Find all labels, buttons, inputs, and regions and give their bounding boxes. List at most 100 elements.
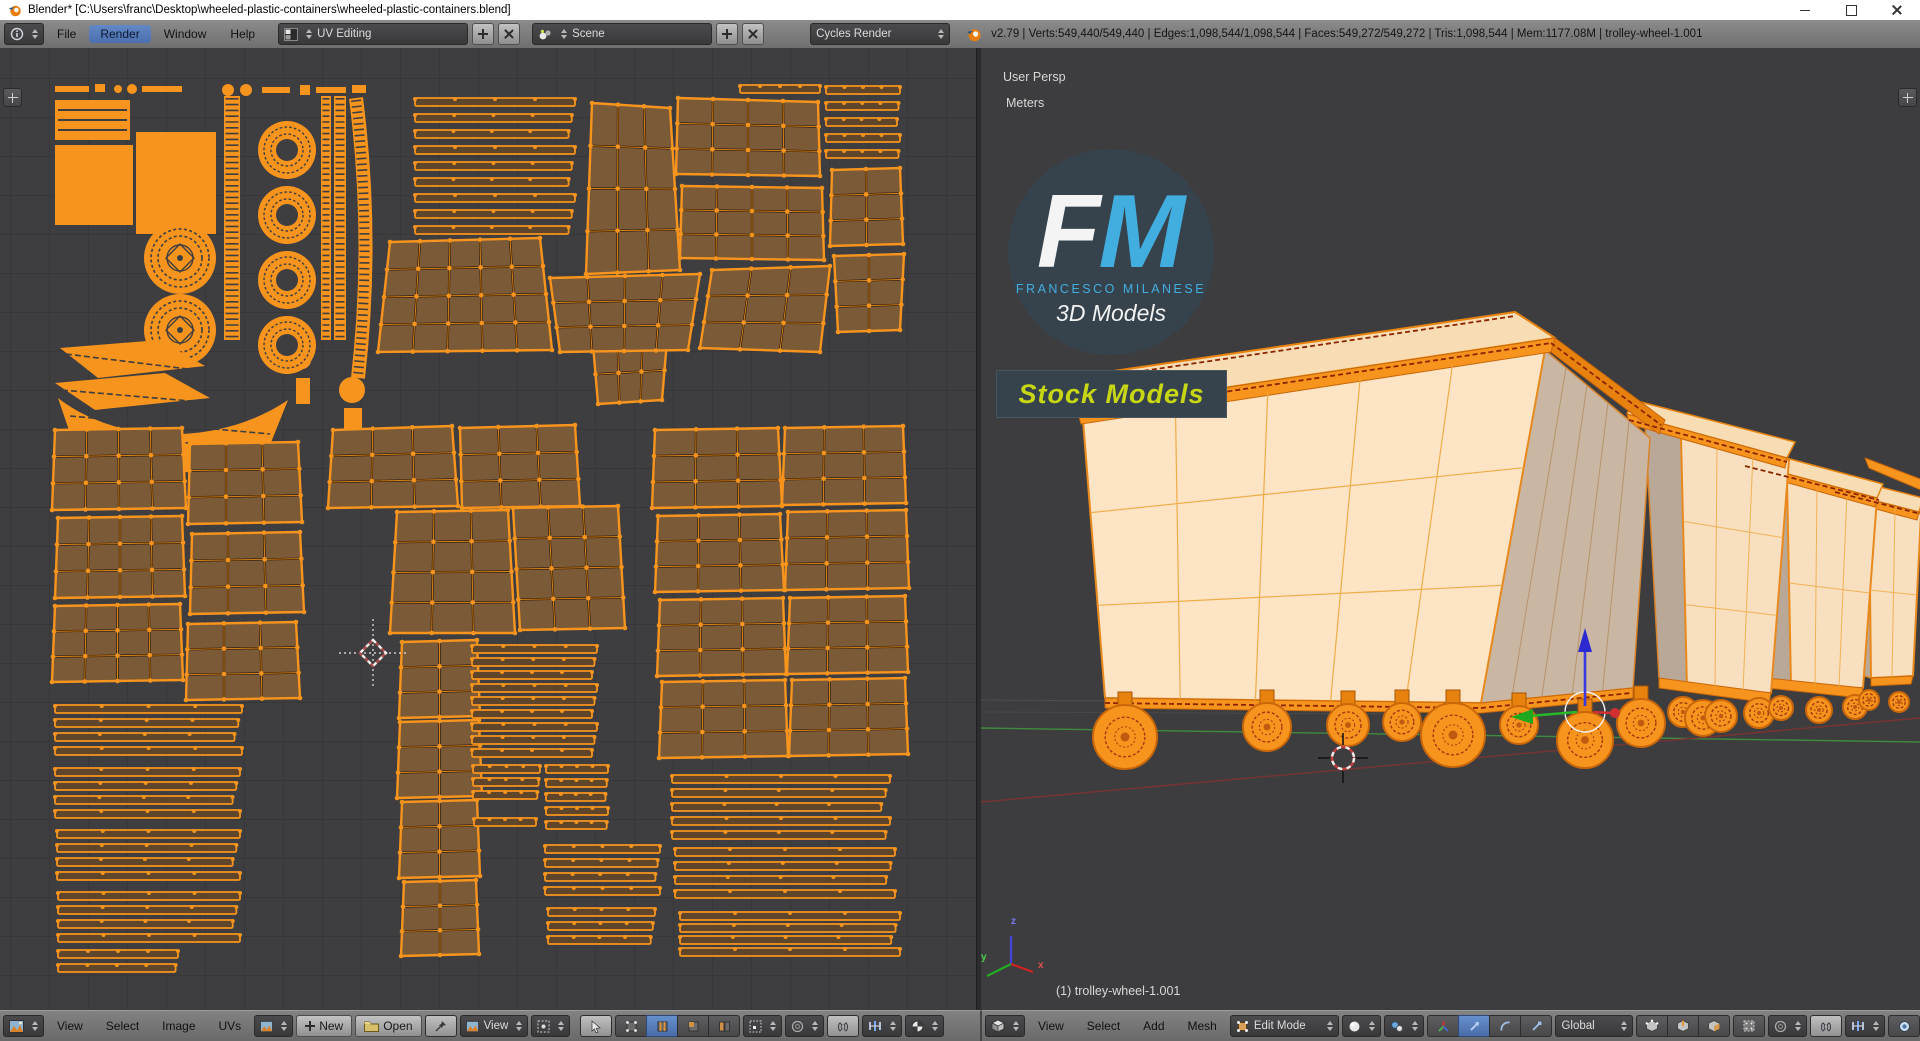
menu-help[interactable]: Help: [219, 25, 266, 43]
minimize-icon: [1800, 9, 1810, 11]
pin-image-button[interactable]: [424, 1015, 457, 1037]
viewport-shading-selector[interactable]: [1342, 1015, 1382, 1037]
orientation-selector[interactable]: Global: [1555, 1015, 1633, 1037]
gizmo-z-label: z: [1011, 916, 1016, 927]
vp-menu-add[interactable]: Add: [1133, 1019, 1174, 1033]
vp-menu-mesh[interactable]: Mesh: [1178, 1019, 1227, 1033]
vp-proportional-edit-selector[interactable]: [1768, 1015, 1807, 1037]
sticky-selection-selector[interactable]: [743, 1015, 783, 1037]
image-datablock-selector[interactable]: [254, 1015, 294, 1037]
uv-snap-element-selector[interactable]: [862, 1015, 903, 1037]
occlude-geometry-icon: [1743, 1020, 1755, 1032]
plus-icon: [722, 29, 733, 39]
snap-element-icon: [1852, 1021, 1864, 1031]
add-scene-button[interactable]: [716, 23, 739, 45]
close-button[interactable]: [1874, 0, 1920, 20]
face-select-mode-button[interactable]: [1698, 1015, 1730, 1037]
top-menu-bar: File Render Window Help UV Editing Scene…: [0, 20, 1920, 49]
render-engine-selector[interactable]: Cycles Render: [810, 23, 951, 45]
proportional-edit-selector[interactable]: [785, 1015, 825, 1037]
edge-select-mode-button[interactable]: [1667, 1015, 1698, 1037]
vp-snap-element-selector[interactable]: [1845, 1015, 1885, 1037]
editor-type-arrows: [32, 1021, 38, 1031]
vertex-select-mode-button[interactable]: [1636, 1015, 1667, 1037]
delete-scene-button[interactable]: [742, 23, 765, 45]
uv-island-select-button[interactable]: [708, 1015, 741, 1037]
uv-image-editor[interactable]: [0, 48, 976, 1010]
menu-file[interactable]: File: [46, 25, 87, 43]
render-slot-selector[interactable]: [905, 1015, 945, 1037]
uv-vertex-select-button[interactable]: [615, 1015, 647, 1037]
scale-icon: [1532, 1021, 1542, 1031]
screen-layout-selector[interactable]: UV Editing: [278, 23, 469, 45]
minimize-button[interactable]: [1782, 0, 1828, 20]
uv-face-select-button[interactable]: [677, 1015, 709, 1037]
render-sphere-icon: [1898, 1020, 1910, 1032]
scene-selector[interactable]: Scene: [532, 23, 713, 45]
scale-manipulator-button[interactable]: [1520, 1015, 1553, 1037]
open-image-button[interactable]: Open: [355, 1015, 422, 1037]
manipulator-toggle-button[interactable]: [1427, 1015, 1459, 1037]
manipulator-group: [1427, 1015, 1553, 1037]
add-layout-button[interactable]: [472, 23, 495, 45]
rotate-manipulator-button[interactable]: [1489, 1015, 1521, 1037]
uv-canvas[interactable]: [0, 48, 976, 1010]
main-area: User Persp Meters (1) trolley-wheel-1.00…: [0, 48, 1920, 1010]
viewport-3d[interactable]: User Persp Meters (1) trolley-wheel-1.00…: [981, 48, 1920, 1010]
engine-name: Cycles Render: [816, 28, 892, 40]
plus-icon: [305, 1021, 316, 1031]
island-select-icon: [718, 1021, 730, 1031]
fm-initials: F M: [1036, 173, 1185, 290]
logo-letter-f: F: [1036, 173, 1101, 290]
snap-arrows: [1873, 1021, 1879, 1031]
menu-render[interactable]: Render: [89, 25, 151, 43]
magnet-icon: [1820, 1021, 1832, 1032]
face-cube-icon: [1708, 1019, 1720, 1033]
pivot-center-selector[interactable]: [531, 1015, 571, 1037]
editor-type-arrows: [1013, 1021, 1019, 1031]
active-object-label: (1) trolley-wheel-1.001: [1056, 984, 1181, 998]
translate-manipulator-button[interactable]: [1458, 1015, 1490, 1037]
cursor-arrow-icon: [591, 1019, 602, 1033]
uv-menu-view[interactable]: View: [47, 1019, 93, 1033]
viewport-editor-type-selector[interactable]: [985, 1015, 1025, 1037]
plus-icon: [7, 92, 18, 103]
face-select-icon: [688, 1021, 699, 1031]
uv-menu-select[interactable]: Select: [96, 1019, 149, 1033]
uv-menu-image[interactable]: Image: [152, 1019, 205, 1033]
pivot-arrows: [558, 1021, 565, 1031]
delete-layout-button[interactable]: [498, 23, 521, 45]
uv-editor-type-selector[interactable]: [3, 1015, 44, 1037]
window-title: Blender* [C:\Users\franc\Desktop\wheeled…: [28, 4, 511, 16]
maximize-button[interactable]: [1828, 0, 1874, 20]
view-name-label: User Persp: [1003, 70, 1066, 84]
new-image-button[interactable]: New: [296, 1015, 353, 1037]
editor-headers: View Select Image UVs New Open View View…: [0, 1010, 1920, 1041]
proportional-arrows: [1795, 1021, 1801, 1031]
window-controls: [1782, 0, 1920, 20]
pivot-arrows: [1412, 1021, 1419, 1031]
info-editor-selector[interactable]: [4, 23, 44, 45]
menu-window[interactable]: Window: [153, 25, 218, 43]
x-icon: [504, 29, 514, 39]
logo-name: FRANCESCO MILANESE: [1015, 282, 1207, 297]
uv-edge-select-button[interactable]: [646, 1015, 678, 1037]
vp-menu-view[interactable]: View: [1028, 1019, 1074, 1033]
uv-sync-select-toggle[interactable]: [580, 1015, 613, 1037]
limit-visible-toggle[interactable]: [1733, 1015, 1765, 1037]
display-mode-selector[interactable]: View: [459, 1015, 529, 1037]
vp-snap-toggle[interactable]: [1810, 1015, 1842, 1037]
vp-menu-select[interactable]: Select: [1077, 1019, 1130, 1033]
render-preview-button[interactable]: [1888, 1015, 1920, 1037]
image-editor-icon: [9, 1019, 24, 1033]
scene-name: Scene: [572, 28, 605, 40]
pivot-point-selector[interactable]: [1384, 1015, 1425, 1037]
open-properties-button[interactable]: [1898, 88, 1917, 107]
translate-arrow-icon: [1470, 1021, 1479, 1031]
uv-snap-toggle[interactable]: [827, 1015, 860, 1037]
sticky-select-icon: [749, 1020, 762, 1032]
open-toolshelf-button[interactable]: [3, 88, 22, 107]
pin-icon: [435, 1021, 446, 1032]
uv-menu-uvs[interactable]: UVs: [209, 1019, 252, 1033]
mode-selector[interactable]: Edit Mode: [1229, 1015, 1340, 1037]
